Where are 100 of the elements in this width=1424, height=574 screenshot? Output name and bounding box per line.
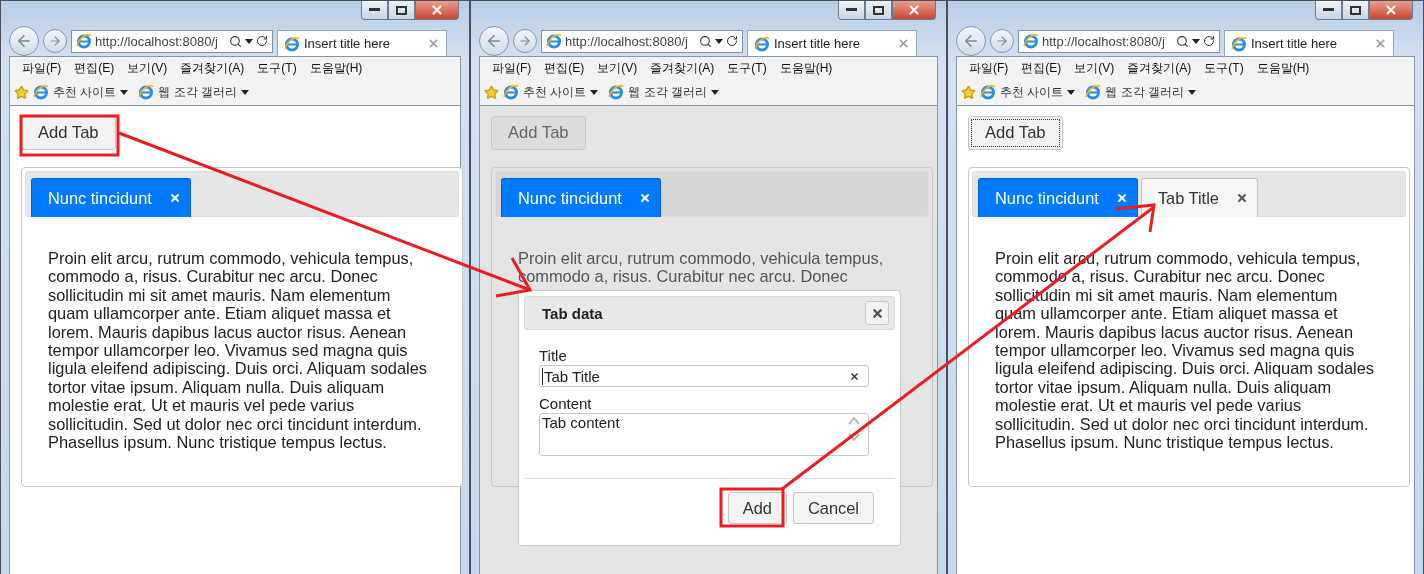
minimize-icon[interactable] xyxy=(846,8,857,12)
add-tab-button[interactable]: Add Tab xyxy=(21,116,116,150)
tab[interactable]: Nunc tincidunt xyxy=(978,178,1138,217)
menu-item[interactable]: 편집(E) xyxy=(68,59,122,77)
maximize-icon[interactable] xyxy=(396,5,407,15)
menu-item[interactable]: 파일(F) xyxy=(486,59,539,77)
menu-item[interactable]: 즐겨찾기(A) xyxy=(1121,59,1199,77)
add-button[interactable]: Add xyxy=(727,492,787,524)
add-tab-button[interactable]: Add Tab xyxy=(968,116,1063,150)
menu-item[interactable]: 편집(E) xyxy=(538,59,592,77)
menu-item[interactable]: 즐겨찾기(A) xyxy=(644,59,722,77)
add-tab-button[interactable]: Add Tab xyxy=(491,116,586,150)
close-icon[interactable] xyxy=(638,192,651,204)
field-label: Title xyxy=(539,347,568,364)
close-button[interactable] xyxy=(865,301,889,325)
browser-logo-icon xyxy=(76,33,92,49)
search-icon[interactable] xyxy=(699,34,712,48)
favorites-link[interactable]: 웹 조각 갤러리 xyxy=(138,83,249,101)
search-icon[interactable] xyxy=(229,34,242,48)
close-button[interactable] xyxy=(415,1,459,20)
close-icon[interactable] xyxy=(1115,192,1128,204)
minimize-button[interactable] xyxy=(1315,1,1342,20)
caret-icon xyxy=(241,89,249,95)
title-field[interactable]: Tab Title xyxy=(539,365,869,387)
close-icon[interactable] xyxy=(168,192,181,204)
cancel-button[interactable]: Cancel xyxy=(792,492,874,524)
menu-item[interactable]: 도움말(H) xyxy=(303,59,370,77)
favorites-link[interactable]: 추천 사이트 xyxy=(33,83,129,101)
maximize-button[interactable] xyxy=(865,1,892,20)
menu-item[interactable]: 도움말(H) xyxy=(773,59,840,77)
close-icon[interactable] xyxy=(897,37,910,50)
favorites-link[interactable]: 추천 사이트 xyxy=(503,83,599,101)
menu-item[interactable]: 도움말(H) xyxy=(1250,59,1317,77)
content-field[interactable]: Tab content xyxy=(539,413,869,456)
close-button[interactable] xyxy=(1369,1,1413,20)
browser-tab[interactable]: Insert title here xyxy=(277,30,447,56)
menu-item[interactable]: 보기(V) xyxy=(1068,59,1122,77)
clear-icon[interactable] xyxy=(849,370,860,382)
forward-button[interactable] xyxy=(43,29,67,53)
menu-item[interactable]: 보기(V) xyxy=(121,59,175,77)
maximize-button[interactable] xyxy=(1342,1,1369,20)
close-icon[interactable] xyxy=(430,3,444,17)
browser-logo-icon xyxy=(546,33,562,49)
back-button[interactable] xyxy=(9,26,39,56)
close-icon[interactable] xyxy=(870,306,884,320)
refresh-icon[interactable] xyxy=(726,35,738,47)
address-bar[interactable]: http://localhost:8080/j xyxy=(541,29,743,53)
menu-item[interactable]: 도구(T) xyxy=(251,59,304,77)
address-bar[interactable]: http://localhost:8080/j xyxy=(71,29,273,53)
minimize-icon[interactable] xyxy=(369,8,380,12)
close-icon[interactable] xyxy=(1374,37,1387,50)
arrow-right-icon[interactable] xyxy=(518,34,532,48)
tab[interactable]: Nunc tincidunt xyxy=(31,178,191,217)
browser-logo-icon xyxy=(980,84,996,100)
star-icon[interactable] xyxy=(484,84,499,100)
address-bar[interactable]: http://localhost:8080/j xyxy=(1018,29,1220,53)
menu-item[interactable]: 도구(T) xyxy=(1198,59,1251,77)
menu-item[interactable]: 파일(F) xyxy=(16,59,69,77)
menu-item[interactable]: 파일(F) xyxy=(963,59,1016,77)
dialog-title: Tab data xyxy=(542,304,603,322)
star-icon[interactable] xyxy=(961,84,976,100)
arrow-right-icon[interactable] xyxy=(48,34,62,48)
favorites-link[interactable]: 웹 조각 갤러리 xyxy=(1085,83,1196,101)
close-icon[interactable] xyxy=(1384,3,1398,17)
maximize-button[interactable] xyxy=(388,1,415,20)
tab[interactable]: Tab Title xyxy=(1140,178,1258,217)
tab[interactable]: Nunc tincidunt xyxy=(501,178,661,217)
close-icon[interactable] xyxy=(1235,192,1248,204)
browser-tab[interactable]: Insert title here xyxy=(747,30,917,56)
minimize-button[interactable] xyxy=(838,1,865,20)
maximize-icon[interactable] xyxy=(1350,5,1361,15)
arrow-right-icon[interactable] xyxy=(995,34,1009,48)
close-icon[interactable] xyxy=(427,37,440,50)
browser-tab[interactable]: Insert title here xyxy=(1224,30,1394,56)
menu-item[interactable]: 도구(T) xyxy=(721,59,774,77)
refresh-icon[interactable] xyxy=(256,35,268,47)
minimize-icon[interactable] xyxy=(1323,8,1334,12)
browser-logo-icon xyxy=(503,84,519,100)
field-label: Content xyxy=(539,395,593,412)
search-icon[interactable] xyxy=(1176,34,1189,48)
back-button[interactable] xyxy=(479,26,509,56)
maximize-icon[interactable] xyxy=(873,5,884,15)
menu-item[interactable]: 편집(E) xyxy=(1015,59,1069,77)
caret-icon xyxy=(711,89,719,95)
caret-icon xyxy=(590,89,599,95)
browser-logo-icon xyxy=(284,35,300,52)
close-button[interactable] xyxy=(892,1,936,20)
favorites-link[interactable]: 추천 사이트 xyxy=(980,83,1076,101)
forward-button[interactable] xyxy=(513,29,537,53)
forward-button[interactable] xyxy=(990,29,1014,53)
menu-item[interactable]: 즐겨찾기(A) xyxy=(174,59,252,77)
close-icon[interactable] xyxy=(907,3,921,17)
refresh-icon[interactable] xyxy=(1203,35,1215,47)
favorites-link[interactable]: 웹 조각 갤러리 xyxy=(608,83,719,101)
back-button[interactable] xyxy=(956,26,986,56)
star-icon[interactable] xyxy=(14,84,29,100)
scroll-arrows-icon xyxy=(848,414,860,444)
minimize-button[interactable] xyxy=(361,1,388,20)
browser-logo-icon xyxy=(1231,35,1247,52)
menu-item[interactable]: 보기(V) xyxy=(591,59,645,77)
